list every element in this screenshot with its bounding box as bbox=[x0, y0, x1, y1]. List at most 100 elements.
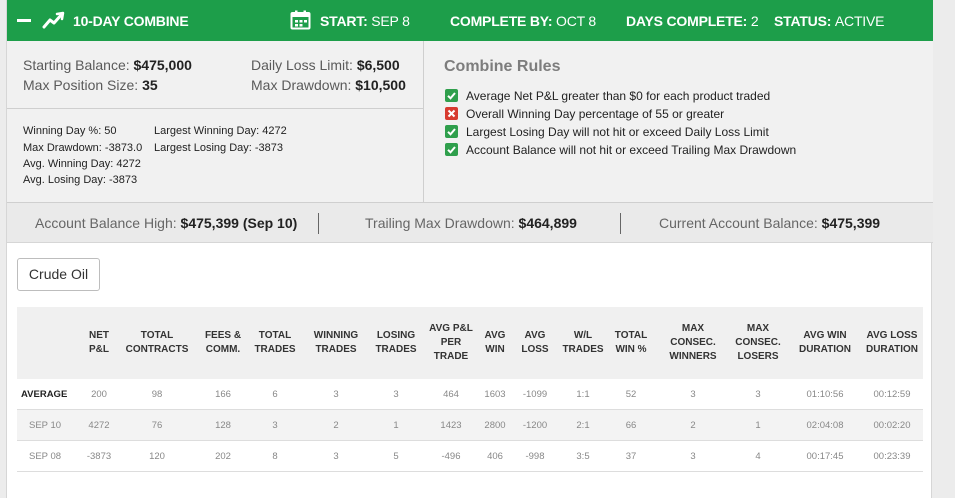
table-body: AVERAGE 200 98 166 6 3 3 464 1603 -1099 1:1 52 3 3 01:… bbox=[17, 379, 923, 472]
table-cell: 1603 bbox=[484, 389, 506, 400]
table-header: NET P&L TOTAL CONTRACTS FEES & COMM. TOTAL … bbox=[17, 307, 923, 379]
avg-winning-day: Avg. Winning Day: 4272 bbox=[23, 158, 141, 170]
product-button-crude-oil[interactable]: Crude Oil bbox=[17, 258, 100, 291]
combine-rules-title: Combine Rules bbox=[444, 58, 561, 75]
table-cell: 3 bbox=[393, 389, 399, 400]
table-cell: 00:02:20 bbox=[873, 420, 911, 431]
table-cell: 464 bbox=[443, 389, 459, 400]
column-header-max-consec-losers: MAX CONSEC. LOSERS bbox=[735, 323, 781, 362]
divider bbox=[620, 213, 621, 234]
table-cell: -998 bbox=[525, 451, 545, 462]
table-cell: 166 bbox=[215, 389, 231, 400]
avg-losing-day: Avg. Losing Day: -3873 bbox=[23, 174, 138, 186]
table-cell: 37 bbox=[625, 451, 637, 462]
table-cell: 3 bbox=[690, 451, 696, 462]
table-cell: 2:1 bbox=[576, 420, 590, 431]
product-stats-table: NET P&L TOTAL CONTRACTS FEES & COMM. TOTAL … bbox=[17, 307, 923, 472]
column-header-wl-trades: W/L TRADES bbox=[562, 330, 604, 355]
column-header-avg-win: AVG WIN bbox=[484, 330, 506, 355]
days-complete-value: 2 bbox=[750, 13, 759, 29]
account-balance-high: Account Balance High: $475,399 (Sep 10) bbox=[35, 215, 298, 231]
column-header-avg-loss-duration: AVG LOSS DURATION bbox=[865, 330, 919, 355]
start-value: SEP 8 bbox=[371, 13, 410, 29]
table-cell: 5 bbox=[393, 451, 399, 462]
rule-item: Overall Winning Day percentage of 55 or … bbox=[445, 107, 724, 121]
table-cell: 3 bbox=[333, 389, 339, 400]
table-cell: 01:10:56 bbox=[806, 389, 844, 400]
table-cell: 1423 bbox=[440, 420, 462, 431]
table-cell: 3 bbox=[755, 389, 761, 400]
account-summary: Starting Balance: $475,000 Max Position … bbox=[7, 41, 424, 109]
collapse-icon[interactable] bbox=[17, 19, 31, 22]
status-value: ACTIVE bbox=[834, 13, 885, 29]
table-cell: 3 bbox=[333, 451, 339, 462]
table-cell: 128 bbox=[215, 420, 231, 431]
table-cell: 00:17:45 bbox=[806, 451, 844, 462]
table-cell: 1 bbox=[755, 420, 761, 431]
table-cell: 2 bbox=[333, 420, 339, 431]
table-row: SEP 10 4272 76 128 3 2 1 1423 2800 -1200 2:1 66 2 1 02… bbox=[17, 410, 923, 441]
table-cell: 76 bbox=[151, 420, 163, 431]
table-cell: 00:12:59 bbox=[873, 389, 911, 400]
column-header-total-trades: TOTAL TRADES bbox=[254, 330, 296, 355]
table-cell: 2 bbox=[690, 420, 696, 431]
table-cell: 8 bbox=[272, 451, 278, 462]
check-icon bbox=[445, 89, 458, 102]
column-header-fees-comm: FEES & COMM. bbox=[204, 330, 242, 355]
table-cell: 4272 bbox=[88, 420, 110, 431]
largest-losing-day: Largest Losing Day: -3873 bbox=[154, 142, 284, 154]
table-cell: -3873 bbox=[86, 451, 112, 462]
divider bbox=[318, 213, 319, 234]
calendar-icon bbox=[290, 10, 311, 30]
current-account-balance: Current Account Balance: $475,399 bbox=[659, 215, 881, 231]
column-header-blank bbox=[17, 307, 77, 379]
rule-item: Average Net P&L greater than $0 for each… bbox=[445, 89, 770, 103]
starting-balance: Starting Balance: $475,000 bbox=[23, 57, 192, 73]
table-cell: 1:1 bbox=[576, 389, 590, 400]
trailing-max-drawdown: Trailing Max Drawdown: $464,899 bbox=[365, 215, 577, 231]
table-cell: 406 bbox=[487, 451, 503, 462]
column-header-total-contracts: TOTAL CONTRACTS bbox=[125, 330, 189, 355]
column-header-net-pl: NET P&L bbox=[89, 330, 109, 355]
status-label: STATUS: bbox=[774, 13, 832, 29]
table-cell: -1200 bbox=[522, 420, 548, 431]
table-cell: 98 bbox=[151, 389, 163, 400]
max-position-size: Max Position Size: 35 bbox=[23, 77, 158, 93]
account-balance-bar: Account Balance High: $475,399 (Sep 10) … bbox=[7, 203, 933, 243]
complete-by-value: OCT 8 bbox=[556, 13, 597, 29]
days-complete-label: DAYS COMPLETE: bbox=[626, 13, 748, 29]
table-cell: 202 bbox=[215, 451, 231, 462]
table-row: AVERAGE 200 98 166 6 3 3 464 1603 -1099 1:1 52 3 3 01:… bbox=[17, 379, 923, 410]
start-date: START: SEP 8 bbox=[320, 13, 410, 29]
table-cell: 3 bbox=[272, 420, 278, 431]
table-cell: 4 bbox=[755, 451, 761, 462]
table-cell: -1099 bbox=[522, 389, 548, 400]
column-header-total-win-pct: TOTAL WIN % bbox=[614, 330, 648, 355]
check-icon bbox=[445, 143, 458, 156]
column-header-losing-trades: LOSING TRADES bbox=[375, 330, 417, 355]
column-header-avg-win-duration: AVG WIN DURATION bbox=[798, 330, 852, 355]
table-cell: 6 bbox=[272, 389, 278, 400]
combine-info-section: Starting Balance: $475,000 Max Position … bbox=[7, 41, 933, 203]
combine-panel: 10-DAY COMBINE START: SEP 8 COMPLETE BY:… bbox=[6, 0, 933, 498]
rule-item: Account Balance will not hit or exceed T… bbox=[445, 143, 796, 157]
complete-by-label: COMPLETE BY: bbox=[450, 13, 553, 29]
days-complete: DAYS COMPLETE: 2 bbox=[626, 13, 759, 29]
x-icon bbox=[445, 107, 458, 120]
largest-winning-day: Largest Winning Day: 4272 bbox=[154, 125, 287, 137]
trend-icon bbox=[42, 11, 65, 29]
column-header-max-consec-winners: MAX CONSEC. WINNERS bbox=[669, 323, 717, 362]
table-cell: 3:5 bbox=[576, 451, 590, 462]
winning-day-pct: Winning Day %: 50 bbox=[23, 125, 117, 137]
daily-loss-limit: Daily Loss Limit: $6,500 bbox=[251, 57, 400, 73]
table-cell: 2800 bbox=[484, 420, 506, 431]
table-cell: -496 bbox=[441, 451, 461, 462]
table-cell: 3 bbox=[690, 389, 696, 400]
table-row: SEP 08 -3873 120 202 8 3 5 -496 406 -998 3:5 37 3 4 00… bbox=[17, 441, 923, 472]
trading-stats: Winning Day %: 50 Max Drawdown: -3873.0 … bbox=[7, 109, 424, 203]
combine-title: 10-DAY COMBINE bbox=[73, 13, 189, 29]
complete-by-date: COMPLETE BY: OCT 8 bbox=[450, 13, 596, 29]
max-drawdown: Max Drawdown: $10,500 bbox=[251, 77, 406, 93]
table-cell: 00:23:39 bbox=[873, 451, 911, 462]
table-cell: AVERAGE bbox=[21, 389, 68, 400]
